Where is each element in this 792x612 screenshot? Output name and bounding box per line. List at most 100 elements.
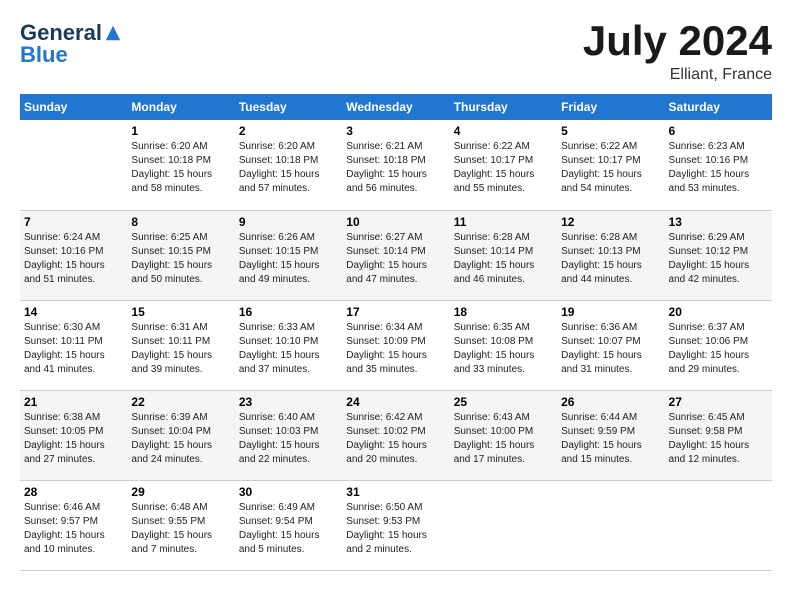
day-number: 18 — [454, 305, 553, 319]
calendar-cell: 13 Sunrise: 6:29 AM Sunset: 10:12 PM Day… — [665, 210, 772, 300]
daylight-text: Daylight: 15 hours and 35 minutes. — [346, 350, 427, 375]
sunset-text: Sunset: 10:02 PM — [346, 426, 426, 437]
sunrise-text: Sunrise: 6:45 AM — [669, 412, 745, 423]
sunrise-text: Sunrise: 6:28 AM — [561, 232, 637, 243]
calendar-cell: 25 Sunrise: 6:43 AM Sunset: 10:00 PM Day… — [450, 390, 557, 480]
sunrise-text: Sunrise: 6:31 AM — [131, 322, 207, 333]
daylight-text: Daylight: 15 hours and 44 minutes. — [561, 260, 642, 285]
day-info: Sunrise: 6:30 AM Sunset: 10:11 PM Daylig… — [24, 321, 123, 377]
day-number: 7 — [24, 215, 123, 229]
day-info: Sunrise: 6:33 AM Sunset: 10:10 PM Daylig… — [239, 321, 338, 377]
day-number: 12 — [561, 215, 660, 229]
calendar-week-row: 14 Sunrise: 6:30 AM Sunset: 10:11 PM Day… — [20, 300, 772, 390]
daylight-text: Daylight: 15 hours and 31 minutes. — [561, 350, 642, 375]
sunset-text: Sunset: 10:14 PM — [346, 246, 426, 257]
day-number: 29 — [131, 485, 230, 499]
logo-blue-text: Blue — [20, 42, 68, 67]
day-info: Sunrise: 6:24 AM Sunset: 10:16 PM Daylig… — [24, 231, 123, 287]
calendar-cell: 6 Sunrise: 6:23 AM Sunset: 10:16 PM Dayl… — [665, 120, 772, 210]
calendar-cell: 9 Sunrise: 6:26 AM Sunset: 10:15 PM Dayl… — [235, 210, 342, 300]
sunset-text: Sunset: 10:03 PM — [239, 426, 319, 437]
day-info: Sunrise: 6:27 AM Sunset: 10:14 PM Daylig… — [346, 231, 445, 287]
daylight-text: Daylight: 15 hours and 55 minutes. — [454, 169, 535, 194]
sunrise-text: Sunrise: 6:28 AM — [454, 232, 530, 243]
daylight-text: Daylight: 15 hours and 12 minutes. — [669, 440, 750, 465]
sunrise-text: Sunrise: 6:42 AM — [346, 412, 422, 423]
sunset-text: Sunset: 10:09 PM — [346, 336, 426, 347]
location-subtitle: Elliant, France — [583, 66, 772, 84]
calendar-cell: 11 Sunrise: 6:28 AM Sunset: 10:14 PM Day… — [450, 210, 557, 300]
daylight-text: Daylight: 15 hours and 5 minutes. — [239, 530, 320, 555]
daylight-text: Daylight: 15 hours and 29 minutes. — [669, 350, 750, 375]
sunrise-text: Sunrise: 6:40 AM — [239, 412, 315, 423]
sunset-text: Sunset: 10:18 PM — [131, 155, 211, 166]
sunrise-text: Sunrise: 6:34 AM — [346, 322, 422, 333]
col-saturday: Saturday — [665, 94, 772, 120]
day-number: 2 — [239, 124, 338, 138]
calendar-cell: 12 Sunrise: 6:28 AM Sunset: 10:13 PM Day… — [557, 210, 664, 300]
day-info: Sunrise: 6:20 AM Sunset: 10:18 PM Daylig… — [131, 140, 230, 196]
daylight-text: Daylight: 15 hours and 53 minutes. — [669, 169, 750, 194]
sunrise-text: Sunrise: 6:22 AM — [454, 141, 530, 152]
calendar-cell: 17 Sunrise: 6:34 AM Sunset: 10:09 PM Day… — [342, 300, 449, 390]
calendar-cell: 10 Sunrise: 6:27 AM Sunset: 10:14 PM Day… — [342, 210, 449, 300]
day-number: 8 — [131, 215, 230, 229]
daylight-text: Daylight: 15 hours and 10 minutes. — [24, 530, 105, 555]
calendar-header: Sunday Monday Tuesday Wednesday Thursday… — [20, 94, 772, 120]
day-info: Sunrise: 6:25 AM Sunset: 10:15 PM Daylig… — [131, 231, 230, 287]
day-info: Sunrise: 6:28 AM Sunset: 10:13 PM Daylig… — [561, 231, 660, 287]
col-thursday: Thursday — [450, 94, 557, 120]
sunrise-text: Sunrise: 6:48 AM — [131, 502, 207, 513]
day-info: Sunrise: 6:22 AM Sunset: 10:17 PM Daylig… — [561, 140, 660, 196]
sunset-text: Sunset: 10:11 PM — [24, 336, 103, 347]
day-info: Sunrise: 6:40 AM Sunset: 10:03 PM Daylig… — [239, 411, 338, 467]
day-number: 15 — [131, 305, 230, 319]
sunrise-text: Sunrise: 6:35 AM — [454, 322, 530, 333]
day-number: 11 — [454, 215, 553, 229]
daylight-text: Daylight: 15 hours and 56 minutes. — [346, 169, 427, 194]
sunrise-text: Sunrise: 6:37 AM — [669, 322, 745, 333]
day-number: 21 — [24, 395, 123, 409]
sunrise-text: Sunrise: 6:21 AM — [346, 141, 422, 152]
calendar-body: 1 Sunrise: 6:20 AM Sunset: 10:18 PM Dayl… — [20, 120, 772, 570]
calendar-cell: 28 Sunrise: 6:46 AM Sunset: 9:57 PM Dayl… — [20, 480, 127, 570]
calendar-cell: 19 Sunrise: 6:36 AM Sunset: 10:07 PM Day… — [557, 300, 664, 390]
calendar-cell: 8 Sunrise: 6:25 AM Sunset: 10:15 PM Dayl… — [127, 210, 234, 300]
daylight-text: Daylight: 15 hours and 15 minutes. — [561, 440, 642, 465]
sunset-text: Sunset: 10:13 PM — [561, 246, 641, 257]
days-of-week-row: Sunday Monday Tuesday Wednesday Thursday… — [20, 94, 772, 120]
day-number: 22 — [131, 395, 230, 409]
day-info: Sunrise: 6:21 AM Sunset: 10:18 PM Daylig… — [346, 140, 445, 196]
sunset-text: Sunset: 10:12 PM — [669, 246, 749, 257]
sunrise-text: Sunrise: 6:33 AM — [239, 322, 315, 333]
calendar-cell: 14 Sunrise: 6:30 AM Sunset: 10:11 PM Day… — [20, 300, 127, 390]
day-number: 13 — [669, 215, 768, 229]
day-number: 3 — [346, 124, 445, 138]
day-number: 27 — [669, 395, 768, 409]
col-tuesday: Tuesday — [235, 94, 342, 120]
title-block: July 2024 Elliant, France — [583, 20, 772, 84]
sunrise-text: Sunrise: 6:49 AM — [239, 502, 315, 513]
sunset-text: Sunset: 10:08 PM — [454, 336, 534, 347]
col-friday: Friday — [557, 94, 664, 120]
daylight-text: Daylight: 15 hours and 2 minutes. — [346, 530, 427, 555]
day-info: Sunrise: 6:23 AM Sunset: 10:16 PM Daylig… — [669, 140, 768, 196]
daylight-text: Daylight: 15 hours and 37 minutes. — [239, 350, 320, 375]
sunset-text: Sunset: 10:07 PM — [561, 336, 641, 347]
sunrise-text: Sunrise: 6:20 AM — [131, 141, 207, 152]
sunrise-text: Sunrise: 6:44 AM — [561, 412, 637, 423]
day-number: 20 — [669, 305, 768, 319]
sunrise-text: Sunrise: 6:23 AM — [669, 141, 745, 152]
daylight-text: Daylight: 15 hours and 41 minutes. — [24, 350, 105, 375]
sunset-text: Sunset: 10:10 PM — [239, 336, 319, 347]
calendar-cell: 7 Sunrise: 6:24 AM Sunset: 10:16 PM Dayl… — [20, 210, 127, 300]
day-info: Sunrise: 6:44 AM Sunset: 9:59 PM Dayligh… — [561, 411, 660, 467]
sunset-text: Sunset: 9:59 PM — [561, 426, 635, 437]
daylight-text: Daylight: 15 hours and 39 minutes. — [131, 350, 212, 375]
daylight-text: Daylight: 15 hours and 51 minutes. — [24, 260, 105, 285]
calendar-cell: 21 Sunrise: 6:38 AM Sunset: 10:05 PM Day… — [20, 390, 127, 480]
calendar-cell: 26 Sunrise: 6:44 AM Sunset: 9:59 PM Dayl… — [557, 390, 664, 480]
daylight-text: Daylight: 15 hours and 7 minutes. — [131, 530, 212, 555]
calendar-week-row: 7 Sunrise: 6:24 AM Sunset: 10:16 PM Dayl… — [20, 210, 772, 300]
day-info: Sunrise: 6:34 AM Sunset: 10:09 PM Daylig… — [346, 321, 445, 377]
